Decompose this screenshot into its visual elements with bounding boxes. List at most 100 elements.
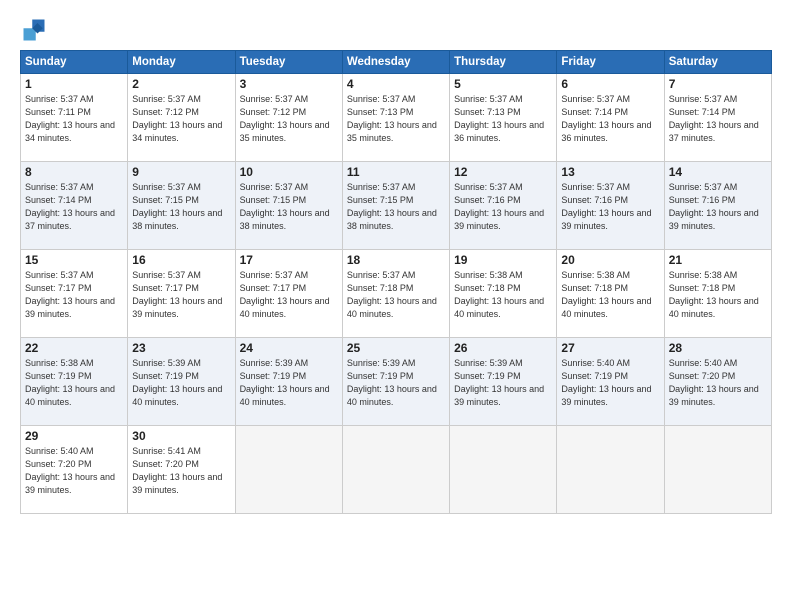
calendar-cell: 14 Sunrise: 5:37 AM Sunset: 7:16 PM Dayl… — [664, 162, 771, 250]
calendar-cell: 22 Sunrise: 5:38 AM Sunset: 7:19 PM Dayl… — [21, 338, 128, 426]
day-info: Sunrise: 5:37 AM Sunset: 7:14 PM Dayligh… — [561, 93, 659, 145]
day-info: Sunrise: 5:39 AM Sunset: 7:19 PM Dayligh… — [454, 357, 552, 409]
weekday-wednesday: Wednesday — [342, 51, 449, 74]
calendar-cell: 4 Sunrise: 5:37 AM Sunset: 7:13 PM Dayli… — [342, 74, 449, 162]
day-info: Sunrise: 5:38 AM Sunset: 7:18 PM Dayligh… — [454, 269, 552, 321]
day-number: 4 — [347, 77, 445, 91]
calendar-cell — [342, 426, 449, 514]
day-number: 5 — [454, 77, 552, 91]
day-info: Sunrise: 5:40 AM Sunset: 7:20 PM Dayligh… — [25, 445, 123, 497]
day-number: 7 — [669, 77, 767, 91]
day-number: 17 — [240, 253, 338, 267]
calendar-cell: 3 Sunrise: 5:37 AM Sunset: 7:12 PM Dayli… — [235, 74, 342, 162]
day-info: Sunrise: 5:37 AM Sunset: 7:15 PM Dayligh… — [132, 181, 230, 233]
calendar-cell: 16 Sunrise: 5:37 AM Sunset: 7:17 PM Dayl… — [128, 250, 235, 338]
day-number: 29 — [25, 429, 123, 443]
day-number: 9 — [132, 165, 230, 179]
day-info: Sunrise: 5:41 AM Sunset: 7:20 PM Dayligh… — [132, 445, 230, 497]
weekday-thursday: Thursday — [450, 51, 557, 74]
day-number: 30 — [132, 429, 230, 443]
calendar-cell — [450, 426, 557, 514]
calendar-cell: 24 Sunrise: 5:39 AM Sunset: 7:19 PM Dayl… — [235, 338, 342, 426]
calendar-cell: 20 Sunrise: 5:38 AM Sunset: 7:18 PM Dayl… — [557, 250, 664, 338]
day-info: Sunrise: 5:39 AM Sunset: 7:19 PM Dayligh… — [240, 357, 338, 409]
calendar-week-3: 15 Sunrise: 5:37 AM Sunset: 7:17 PM Dayl… — [21, 250, 772, 338]
weekday-monday: Monday — [128, 51, 235, 74]
calendar-cell: 11 Sunrise: 5:37 AM Sunset: 7:15 PM Dayl… — [342, 162, 449, 250]
calendar-cell — [557, 426, 664, 514]
calendar-cell: 28 Sunrise: 5:40 AM Sunset: 7:20 PM Dayl… — [664, 338, 771, 426]
day-info: Sunrise: 5:37 AM Sunset: 7:14 PM Dayligh… — [25, 181, 123, 233]
day-number: 8 — [25, 165, 123, 179]
day-info: Sunrise: 5:37 AM Sunset: 7:16 PM Dayligh… — [454, 181, 552, 233]
weekday-sunday: Sunday — [21, 51, 128, 74]
day-info: Sunrise: 5:37 AM Sunset: 7:14 PM Dayligh… — [669, 93, 767, 145]
day-number: 3 — [240, 77, 338, 91]
day-number: 14 — [669, 165, 767, 179]
day-info: Sunrise: 5:37 AM Sunset: 7:15 PM Dayligh… — [240, 181, 338, 233]
day-number: 10 — [240, 165, 338, 179]
calendar-week-2: 8 Sunrise: 5:37 AM Sunset: 7:14 PM Dayli… — [21, 162, 772, 250]
day-number: 26 — [454, 341, 552, 355]
day-info: Sunrise: 5:37 AM Sunset: 7:13 PM Dayligh… — [347, 93, 445, 145]
day-info: Sunrise: 5:40 AM Sunset: 7:20 PM Dayligh… — [669, 357, 767, 409]
day-number: 13 — [561, 165, 659, 179]
weekday-tuesday: Tuesday — [235, 51, 342, 74]
calendar-table: SundayMondayTuesdayWednesdayThursdayFrid… — [20, 50, 772, 514]
calendar-week-4: 22 Sunrise: 5:38 AM Sunset: 7:19 PM Dayl… — [21, 338, 772, 426]
day-info: Sunrise: 5:37 AM Sunset: 7:15 PM Dayligh… — [347, 181, 445, 233]
day-info: Sunrise: 5:37 AM Sunset: 7:16 PM Dayligh… — [561, 181, 659, 233]
day-number: 25 — [347, 341, 445, 355]
day-info: Sunrise: 5:37 AM Sunset: 7:18 PM Dayligh… — [347, 269, 445, 321]
day-info: Sunrise: 5:37 AM Sunset: 7:17 PM Dayligh… — [132, 269, 230, 321]
calendar-cell: 10 Sunrise: 5:37 AM Sunset: 7:15 PM Dayl… — [235, 162, 342, 250]
day-number: 27 — [561, 341, 659, 355]
day-number: 1 — [25, 77, 123, 91]
calendar-cell: 1 Sunrise: 5:37 AM Sunset: 7:11 PM Dayli… — [21, 74, 128, 162]
day-info: Sunrise: 5:37 AM Sunset: 7:17 PM Dayligh… — [25, 269, 123, 321]
day-number: 21 — [669, 253, 767, 267]
calendar-cell: 13 Sunrise: 5:37 AM Sunset: 7:16 PM Dayl… — [557, 162, 664, 250]
calendar-cell: 9 Sunrise: 5:37 AM Sunset: 7:15 PM Dayli… — [128, 162, 235, 250]
main-container: SundayMondayTuesdayWednesdayThursdayFrid… — [0, 0, 792, 612]
day-info: Sunrise: 5:37 AM Sunset: 7:11 PM Dayligh… — [25, 93, 123, 145]
calendar-cell: 7 Sunrise: 5:37 AM Sunset: 7:14 PM Dayli… — [664, 74, 771, 162]
calendar-cell: 19 Sunrise: 5:38 AM Sunset: 7:18 PM Dayl… — [450, 250, 557, 338]
calendar-cell: 6 Sunrise: 5:37 AM Sunset: 7:14 PM Dayli… — [557, 74, 664, 162]
day-number: 16 — [132, 253, 230, 267]
day-info: Sunrise: 5:37 AM Sunset: 7:17 PM Dayligh… — [240, 269, 338, 321]
calendar-cell — [235, 426, 342, 514]
header — [20, 16, 772, 44]
logo — [20, 16, 52, 44]
weekday-saturday: Saturday — [664, 51, 771, 74]
day-number: 23 — [132, 341, 230, 355]
day-info: Sunrise: 5:38 AM Sunset: 7:18 PM Dayligh… — [561, 269, 659, 321]
day-info: Sunrise: 5:37 AM Sunset: 7:12 PM Dayligh… — [240, 93, 338, 145]
weekday-header-row: SundayMondayTuesdayWednesdayThursdayFrid… — [21, 51, 772, 74]
day-number: 12 — [454, 165, 552, 179]
calendar-cell: 30 Sunrise: 5:41 AM Sunset: 7:20 PM Dayl… — [128, 426, 235, 514]
day-number: 19 — [454, 253, 552, 267]
calendar-week-1: 1 Sunrise: 5:37 AM Sunset: 7:11 PM Dayli… — [21, 74, 772, 162]
day-info: Sunrise: 5:39 AM Sunset: 7:19 PM Dayligh… — [347, 357, 445, 409]
calendar-cell: 8 Sunrise: 5:37 AM Sunset: 7:14 PM Dayli… — [21, 162, 128, 250]
calendar-cell: 15 Sunrise: 5:37 AM Sunset: 7:17 PM Dayl… — [21, 250, 128, 338]
day-number: 11 — [347, 165, 445, 179]
calendar-cell: 17 Sunrise: 5:37 AM Sunset: 7:17 PM Dayl… — [235, 250, 342, 338]
calendar-cell: 26 Sunrise: 5:39 AM Sunset: 7:19 PM Dayl… — [450, 338, 557, 426]
calendar-cell: 2 Sunrise: 5:37 AM Sunset: 7:12 PM Dayli… — [128, 74, 235, 162]
day-info: Sunrise: 5:39 AM Sunset: 7:19 PM Dayligh… — [132, 357, 230, 409]
day-info: Sunrise: 5:37 AM Sunset: 7:12 PM Dayligh… — [132, 93, 230, 145]
calendar-cell: 12 Sunrise: 5:37 AM Sunset: 7:16 PM Dayl… — [450, 162, 557, 250]
day-number: 24 — [240, 341, 338, 355]
day-info: Sunrise: 5:38 AM Sunset: 7:19 PM Dayligh… — [25, 357, 123, 409]
day-number: 28 — [669, 341, 767, 355]
calendar-cell: 25 Sunrise: 5:39 AM Sunset: 7:19 PM Dayl… — [342, 338, 449, 426]
day-info: Sunrise: 5:37 AM Sunset: 7:16 PM Dayligh… — [669, 181, 767, 233]
day-number: 20 — [561, 253, 659, 267]
day-number: 2 — [132, 77, 230, 91]
calendar-cell — [664, 426, 771, 514]
day-info: Sunrise: 5:40 AM Sunset: 7:19 PM Dayligh… — [561, 357, 659, 409]
day-number: 22 — [25, 341, 123, 355]
day-info: Sunrise: 5:38 AM Sunset: 7:18 PM Dayligh… — [669, 269, 767, 321]
